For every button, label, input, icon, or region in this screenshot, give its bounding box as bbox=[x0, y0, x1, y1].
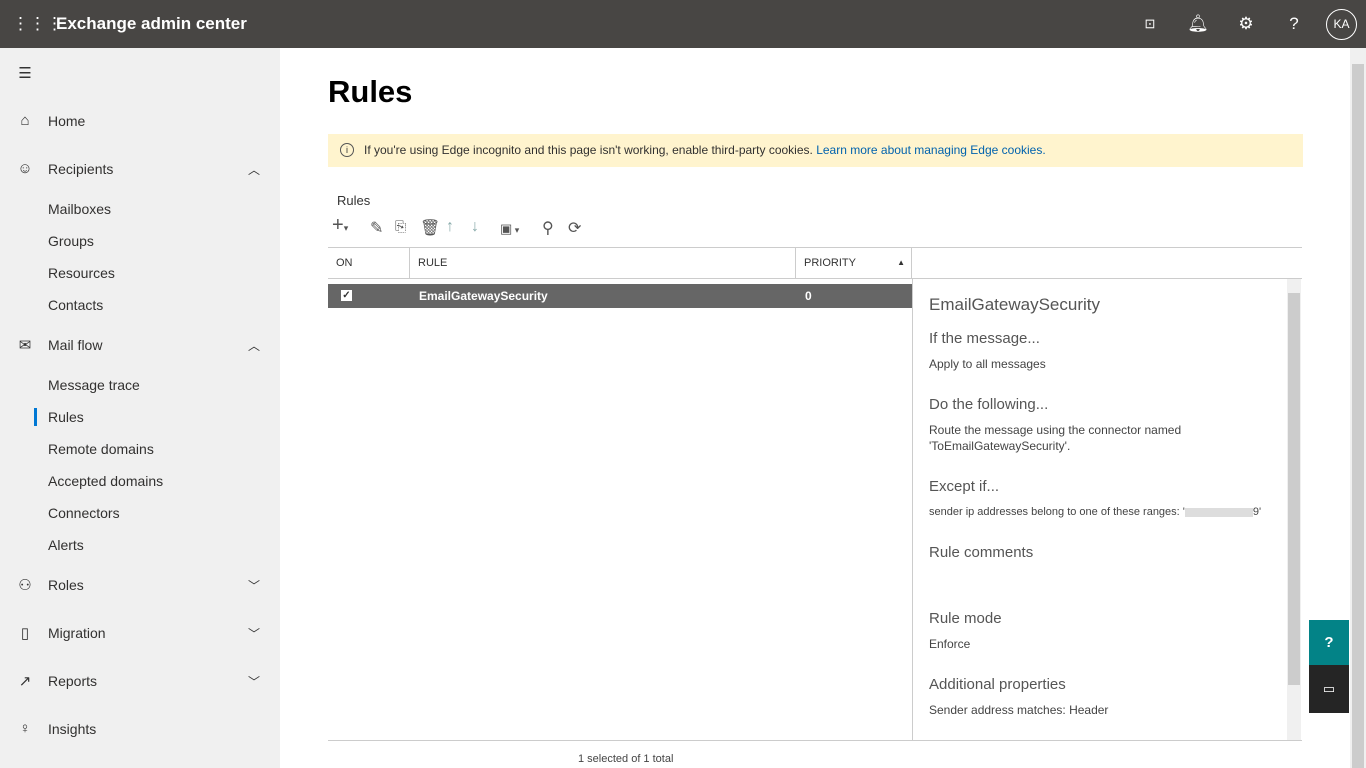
selection-status: 1 selected of 1 total bbox=[578, 753, 674, 765]
mode-heading: Rule mode bbox=[929, 610, 1002, 627]
table-row[interactable]: ✓ EmailGatewaySecurity 0 bbox=[328, 284, 912, 308]
comments-heading: Rule comments bbox=[929, 544, 1034, 561]
lightbulb-icon: ♀ bbox=[19, 720, 31, 737]
page-title: Rules bbox=[328, 74, 413, 109]
do-text-2: 'ToEmailGatewaySecurity'. bbox=[929, 439, 1071, 453]
search-icon[interactable]: ⚲ bbox=[542, 218, 554, 238]
banner-text: If you're using Edge incognito and this … bbox=[364, 143, 813, 157]
chevron-up-icon[interactable]: ︿ bbox=[248, 337, 260, 354]
section-label: Rules bbox=[337, 193, 371, 208]
page-scrollbar-thumb[interactable] bbox=[1352, 64, 1364, 768]
avatar[interactable]: KA bbox=[1326, 9, 1357, 40]
report-icon[interactable]: ▣ ▾ bbox=[500, 221, 519, 237]
sidebar-item-remote-domains[interactable]: Remote domains bbox=[48, 441, 154, 457]
if-heading: If the message... bbox=[929, 330, 1040, 347]
home-icon: ⌂ bbox=[20, 112, 30, 129]
except-text: sender ip addresses belong to one of the… bbox=[929, 504, 1261, 520]
sidebar-item-mail-flow[interactable]: Mail flow bbox=[48, 337, 102, 353]
rule-priority: 0 bbox=[805, 289, 812, 303]
sidebar-item-accepted-domains[interactable]: Accepted domains bbox=[48, 473, 163, 489]
help-icon[interactable]: ? bbox=[1282, 12, 1306, 36]
except-tail: 9' bbox=[1252, 506, 1262, 518]
rule-name: EmailGatewaySecurity bbox=[419, 289, 548, 303]
sidebar-item-connectors[interactable]: Connectors bbox=[48, 505, 120, 521]
add-icon[interactable]: +▾ bbox=[332, 214, 348, 237]
chart-icon: ↗ bbox=[18, 673, 32, 690]
redacted-ip bbox=[1184, 507, 1253, 517]
copy-icon[interactable]: ⎘ bbox=[395, 218, 406, 235]
move-up-icon[interactable]: ↑ bbox=[446, 218, 454, 236]
sidebar-item-resources[interactable]: Resources bbox=[48, 265, 115, 281]
page-scrollbar[interactable] bbox=[1350, 48, 1366, 768]
sidebar-item-mailboxes[interactable]: Mailboxes bbox=[48, 201, 111, 217]
info-icon: i bbox=[340, 143, 354, 157]
sidebar-item-migration[interactable]: Migration bbox=[48, 625, 106, 641]
chevron-up-icon[interactable]: ︿ bbox=[248, 161, 260, 178]
except-heading: Except if... bbox=[929, 478, 1000, 495]
sidebar-item-home[interactable]: Home bbox=[48, 113, 85, 129]
chevron-down-icon[interactable]: ﹀ bbox=[248, 625, 260, 642]
delete-icon[interactable]: 🗑︎ bbox=[420, 218, 440, 238]
edit-icon[interactable]: ✎ bbox=[370, 218, 383, 238]
sidebar-item-message-trace[interactable]: Message trace bbox=[48, 377, 140, 393]
help-button[interactable]: ? bbox=[1309, 620, 1349, 665]
scrollbar-thumb[interactable] bbox=[1288, 293, 1300, 685]
sidebar-item-alerts[interactable]: Alerts bbox=[48, 537, 84, 553]
column-priority-label: PRIORITY bbox=[804, 257, 856, 269]
props-heading: Additional properties bbox=[929, 676, 1066, 693]
migration-icon: ▯ bbox=[20, 625, 30, 642]
banner-link[interactable]: Learn more about managing Edge cookies. bbox=[816, 143, 1045, 157]
roles-icon: ⚇ bbox=[18, 577, 32, 594]
column-priority[interactable]: PRIORITY ▲ bbox=[796, 248, 912, 278]
mode-text: Enforce bbox=[929, 637, 971, 651]
column-rule[interactable]: RULE bbox=[410, 248, 796, 278]
table-bottom-divider bbox=[328, 740, 1302, 741]
info-banner: i If you're using Edge incognito and thi… bbox=[328, 134, 1303, 167]
app-title: Exchange admin center bbox=[56, 14, 247, 33]
checkbox-on[interactable]: ✓ bbox=[341, 290, 352, 301]
sidebar: ☰ ⌂ Home ☺ Recipients ︿ Mailboxes Groups… bbox=[0, 48, 280, 768]
detail-scrollbar[interactable] bbox=[1287, 279, 1301, 741]
except-text-label: sender ip addresses belong to one of the… bbox=[929, 506, 1185, 518]
mail-icon: ✉ bbox=[18, 337, 32, 354]
feedback-button[interactable]: ▭ bbox=[1309, 665, 1349, 713]
hamburger-icon[interactable]: ☰ bbox=[16, 64, 34, 82]
table-header: ON RULE PRIORITY ▲ bbox=[328, 247, 1302, 279]
refresh-icon[interactable]: ⟳ bbox=[568, 218, 581, 238]
do-heading: Do the following... bbox=[929, 396, 1049, 413]
do-text-1: Route the message using the connector na… bbox=[929, 423, 1182, 437]
chevron-down-icon[interactable]: ﹀ bbox=[248, 577, 260, 594]
detail-title: EmailGatewaySecurity bbox=[929, 295, 1101, 314]
sidebar-item-reports[interactable]: Reports bbox=[48, 673, 97, 689]
top-bar: ⋮⋮⋮ Exchange admin center ⊡ 🔔︎ ⚙ ? KA bbox=[0, 0, 1366, 48]
selected-indicator bbox=[34, 408, 37, 426]
bell-icon[interactable]: 🔔︎ bbox=[1186, 12, 1210, 36]
detail-pane: EmailGatewaySecurity If the message... A… bbox=[912, 279, 1301, 741]
sidebar-item-groups[interactable]: Groups bbox=[48, 233, 94, 249]
props-text: Sender address matches: Header bbox=[929, 703, 1109, 717]
if-text: Apply to all messages bbox=[929, 357, 1046, 371]
sidebar-item-contacts[interactable]: Contacts bbox=[48, 297, 103, 313]
sidebar-item-recipients[interactable]: Recipients bbox=[48, 161, 113, 177]
sidebar-item-roles[interactable]: Roles bbox=[48, 577, 84, 593]
sidebar-item-insights[interactable]: Insights bbox=[48, 721, 96, 737]
terminal-icon[interactable]: ⊡ bbox=[1138, 12, 1162, 36]
sidebar-item-rules[interactable]: Rules bbox=[48, 409, 84, 425]
sort-asc-icon: ▲ bbox=[897, 258, 905, 267]
person-icon: ☺ bbox=[17, 160, 33, 177]
column-on[interactable]: ON bbox=[328, 248, 410, 278]
move-down-icon[interactable]: ↓ bbox=[471, 218, 479, 236]
gear-icon[interactable]: ⚙ bbox=[1234, 12, 1258, 36]
waffle-icon[interactable]: ⋮⋮⋮ bbox=[12, 12, 63, 36]
chevron-down-icon[interactable]: ﹀ bbox=[248, 673, 260, 690]
